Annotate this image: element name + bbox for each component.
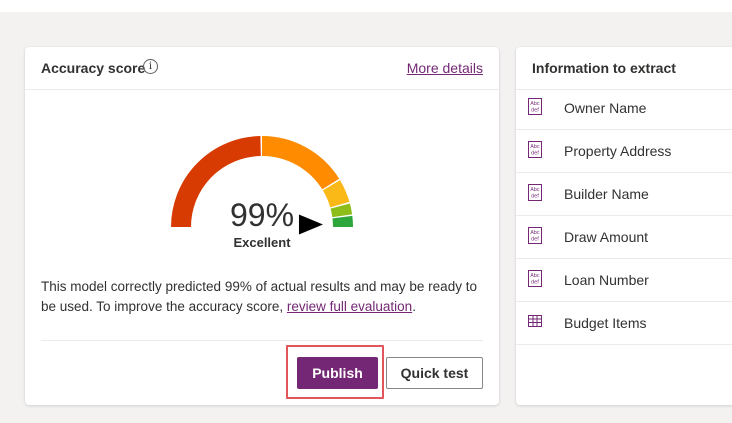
information-to-extract-card: Information to extract Abc def Owner Nam… — [516, 47, 732, 405]
svg-text:def: def — [531, 237, 539, 243]
field-row-draw-amount[interactable]: Abc def Draw Amount — [516, 216, 732, 259]
field-label: Draw Amount — [564, 229, 649, 245]
field-row-property-address[interactable]: Abc def Property Address — [516, 130, 732, 173]
review-full-evaluation-link[interactable]: review full evaluation — [287, 299, 412, 314]
accuracy-score-card: Accuracy score i More details 99% Excell… — [25, 47, 499, 405]
svg-text:def: def — [531, 151, 539, 157]
text-field-icon: Abc def — [528, 184, 542, 201]
info-card-header: Information to extract — [516, 47, 732, 90]
information-to-extract-title: Information to extract — [532, 60, 676, 76]
field-row-owner-name[interactable]: Abc def Owner Name — [516, 87, 732, 130]
quick-test-button[interactable]: Quick test — [386, 357, 483, 389]
svg-text:def: def — [531, 194, 539, 200]
accuracy-rating: Excellent — [233, 235, 291, 250]
field-label: Loan Number — [564, 272, 649, 288]
text-field-icon: Abc def — [528, 98, 542, 115]
top-band — [0, 0, 732, 12]
field-row-budget-items[interactable]: Budget Items — [516, 302, 732, 345]
accuracy-percent: 99% — [229, 197, 295, 233]
publish-highlight-box — [286, 345, 384, 399]
field-label: Budget Items — [564, 315, 647, 331]
text-field-icon: Abc def — [528, 227, 542, 244]
field-label: Owner Name — [564, 100, 647, 116]
text-field-icon: Abc def — [528, 141, 542, 158]
field-label: Property Address — [564, 143, 672, 159]
svg-text:Abc: Abc — [530, 230, 540, 236]
text-field-icon: Abc def — [528, 270, 542, 287]
description-end: . — [412, 299, 416, 314]
field-row-builder-name[interactable]: Abc def Builder Name — [516, 173, 732, 216]
svg-text:Abc: Abc — [530, 187, 540, 193]
svg-text:Abc: Abc — [530, 144, 540, 150]
svg-text:Abc: Abc — [530, 273, 540, 279]
divider — [41, 340, 483, 341]
gauge-segment-orange — [261, 136, 340, 190]
accuracy-description: This model correctly predicted 99% of ac… — [41, 277, 486, 317]
svg-text:Abc: Abc — [530, 101, 540, 107]
field-row-loan-number[interactable]: Abc def Loan Number — [516, 259, 732, 302]
table-icon — [528, 315, 542, 327]
svg-text:def: def — [531, 108, 539, 114]
field-label: Builder Name — [564, 186, 649, 202]
svg-text:def: def — [531, 280, 539, 286]
